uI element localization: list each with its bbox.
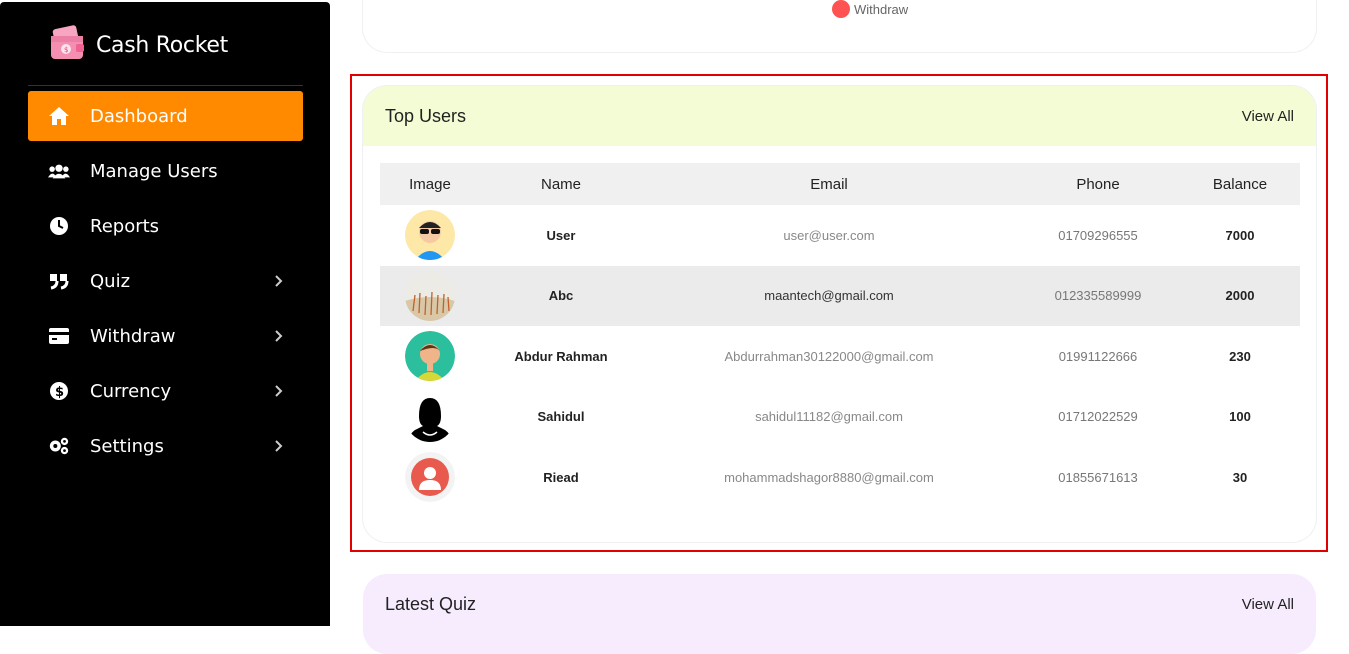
- sidebar-item-label: Quiz: [90, 270, 131, 292]
- latest-quiz-header: Latest Quiz View All: [363, 574, 1316, 634]
- sidebar-item-withdraw[interactable]: Withdraw: [28, 311, 303, 361]
- chevron-right-icon: [269, 382, 287, 400]
- brand[interactable]: $ Cash Rocket: [48, 24, 228, 67]
- credit-card-icon: [48, 325, 70, 347]
- sidebar-item-label: Reports: [90, 215, 160, 237]
- dollar-icon: $: [48, 380, 70, 402]
- sidebar-item-label: Withdraw: [90, 325, 176, 347]
- sidebar-item-label: Currency: [90, 380, 172, 402]
- brand-name: Cash Rocket: [96, 33, 228, 58]
- wallet-logo-icon: $: [48, 24, 86, 67]
- chart-legend[interactable]: Withdraw: [832, 0, 908, 18]
- highlight-box: [350, 74, 1328, 552]
- clock-icon: [48, 215, 70, 237]
- sidebar-item-dashboard[interactable]: Dashboard: [28, 91, 303, 141]
- main-content: Withdraw Top Users View All Image Name E…: [330, 0, 1349, 654]
- quote-icon: [48, 270, 70, 292]
- sidebar-item-currency[interactable]: $ Currency: [28, 366, 303, 416]
- sidebar-item-reports[interactable]: Reports: [28, 201, 303, 251]
- chevron-right-icon: [269, 272, 287, 290]
- view-all-link[interactable]: View All: [1242, 596, 1294, 613]
- sidebar-item-manage-users[interactable]: Manage Users: [28, 146, 303, 196]
- sidebar-item-quiz[interactable]: Quiz: [28, 256, 303, 306]
- chevron-right-icon: [269, 437, 287, 455]
- users-icon: [48, 160, 70, 182]
- svg-text:$: $: [64, 46, 68, 54]
- sidebar-item-label: Settings: [90, 435, 164, 457]
- sidebar: $ Cash Rocket Dashboard Manage Users Rep…: [0, 2, 330, 626]
- legend-dot: [832, 0, 850, 18]
- chevron-right-icon: [269, 327, 287, 345]
- sidebar-item-label: Manage Users: [90, 160, 218, 182]
- gears-icon: [48, 435, 70, 457]
- withdraw-chart-card: Withdraw: [363, 0, 1316, 52]
- brand-divider: [28, 85, 303, 86]
- card-title: Latest Quiz: [385, 593, 477, 614]
- sidebar-item-label: Dashboard: [90, 105, 188, 127]
- legend-label: Withdraw: [854, 1, 909, 17]
- svg-text:$: $: [55, 385, 64, 400]
- home-icon: [48, 105, 70, 127]
- sidebar-item-settings[interactable]: Settings: [28, 421, 303, 471]
- latest-quiz-card: Latest Quiz View All: [363, 574, 1316, 654]
